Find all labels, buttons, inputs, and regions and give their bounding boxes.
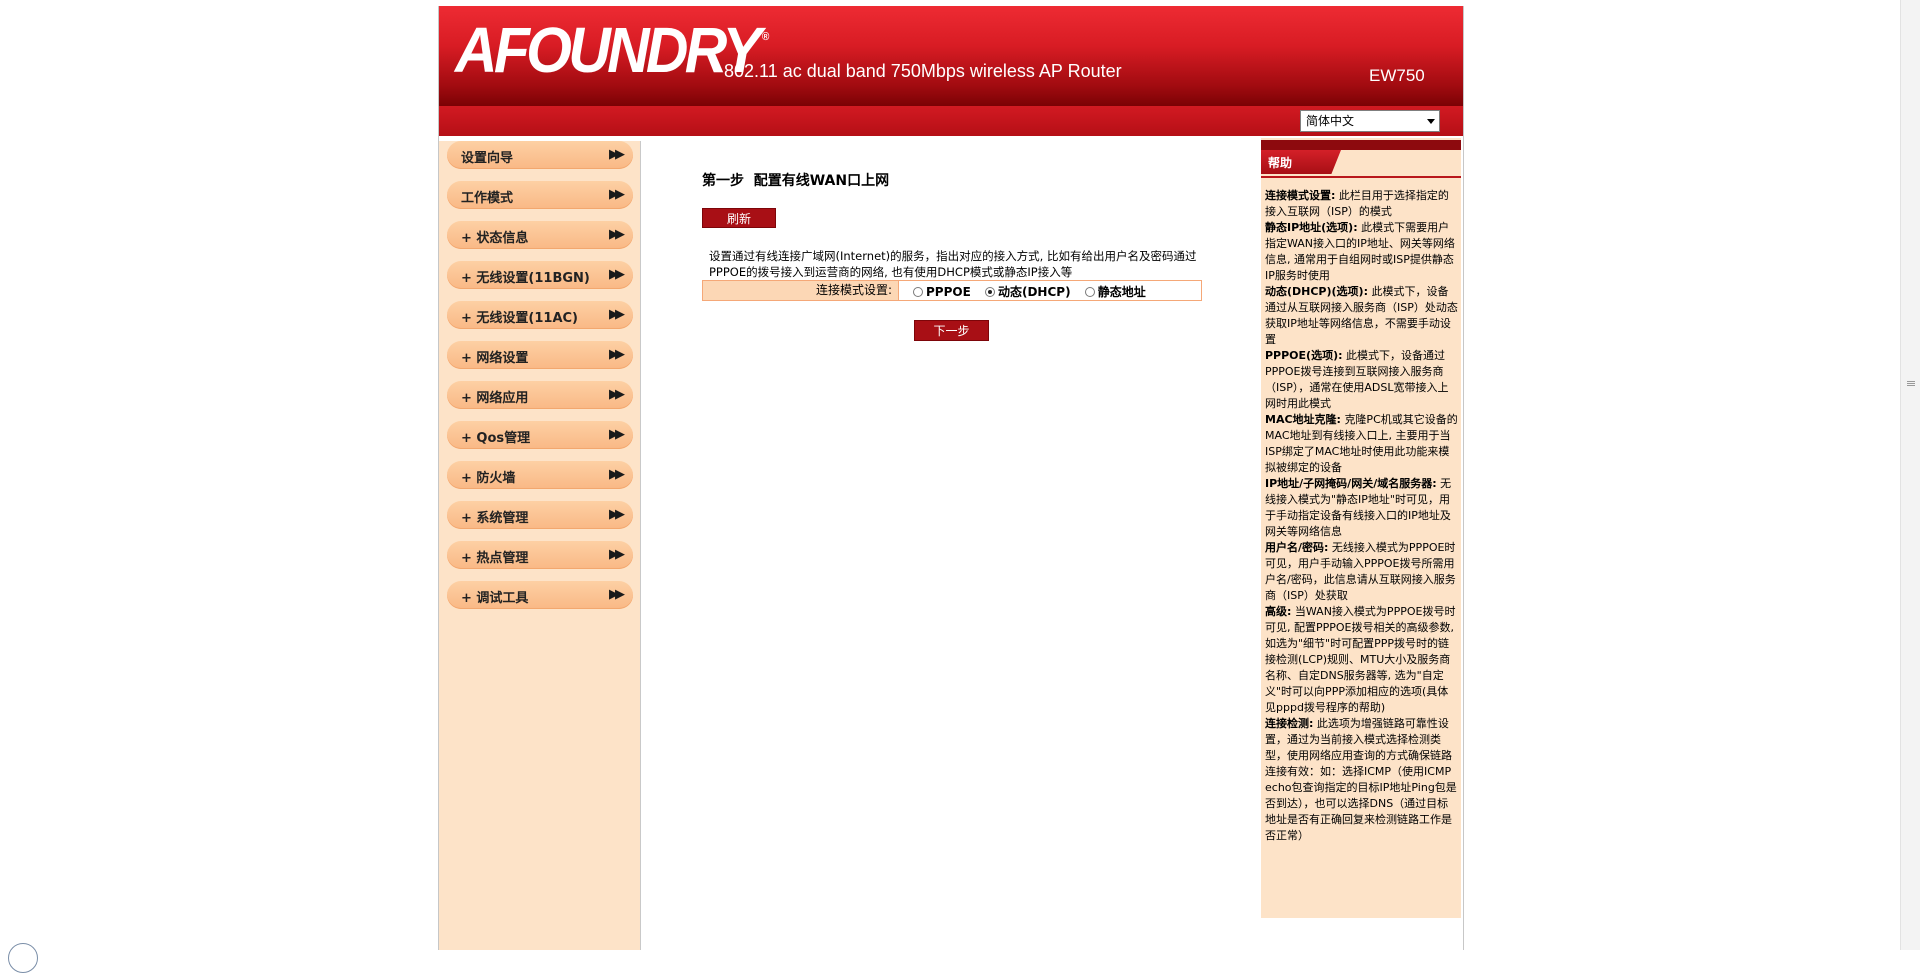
- next-step-button[interactable]: 下一步: [914, 320, 989, 341]
- double-chevron-right-icon: ▶▶: [609, 187, 625, 202]
- double-chevron-right-icon: ▶▶: [609, 307, 625, 322]
- radio-dhcp[interactable]: [984, 287, 995, 297]
- help-term: 静态IP地址(选项):: [1265, 221, 1358, 234]
- help-section: 静态IP地址(选项): 此模式下需要用户指定WAN接入口的IP地址、网关等网络信…: [1265, 220, 1459, 284]
- corner-circle-icon: [8, 943, 38, 973]
- radio-static-label[interactable]: 静态地址: [1098, 285, 1146, 299]
- help-term: 高级:: [1265, 605, 1292, 618]
- product-tagline: 802.11 ac dual band 750Mbps wireless AP …: [724, 61, 1122, 81]
- help-term: IP地址/子网掩码/网关/域名服务器:: [1265, 477, 1437, 490]
- sidebar-item-label: 工作模式: [461, 191, 514, 206]
- sidebar-menu: 设置向导 ▶▶ 工作模式 ▶▶ + 状态信息 ▶▶ + 无线设置(11BGN) ▶▶ +…: [439, 138, 641, 950]
- help-section: 连接检测: 此选项为增强链路可靠性设置，通过为当前接入模式选择检测类型，使用网络…: [1265, 716, 1459, 844]
- double-chevron-right-icon: ▶▶: [609, 387, 625, 402]
- help-text: 当WAN接入模式为PPPOE拨号时可见, 配置PPPOE拨号相关的高级参数, 如…: [1265, 605, 1456, 714]
- main-content: 第一步 配置有线WAN口上网 刷新 设置通过有线连接广域网(Internet)的…: [641, 138, 1261, 950]
- help-term: 动态(DHCP)(选项):: [1265, 285, 1368, 298]
- page-title: 第一步 配置有线WAN口上网: [702, 173, 890, 189]
- sidebar-item-qos[interactable]: + Qos管理 ▶▶: [447, 421, 633, 449]
- help-term: 连接模式设置:: [1265, 189, 1336, 202]
- help-body: 连接模式设置: 此栏目用于选择指定的接入互联网（ISP）的模式 静态IP地址(选…: [1265, 188, 1459, 844]
- double-chevron-right-icon: ▶▶: [609, 507, 625, 522]
- sidebar-item-label: + 热点管理: [461, 551, 529, 566]
- model-name: EW750: [1369, 66, 1425, 85]
- sidebar-item-firewall[interactable]: + 防火墙 ▶▶: [447, 461, 633, 489]
- help-section: MAC地址克隆: 克隆PC机或其它设备的MAC地址到有线接入口上, 主要用于当I…: [1265, 412, 1459, 476]
- sidebar-item-label: + 网络设置: [461, 351, 529, 366]
- help-term: 连接检测:: [1265, 717, 1314, 730]
- header-banner: AFOUNDRY ® 802.11 ac dual band 750Mbps wi…: [439, 6, 1463, 106]
- help-divider: [1261, 176, 1461, 178]
- help-term: 用户名/密码:: [1265, 541, 1329, 554]
- connection-mode-radio-group: PPPOE 动态(DHCP) 静态地址: [903, 283, 1146, 300]
- help-section: 高级: 当WAN接入模式为PPPOE拨号时可见, 配置PPPOE拨号相关的高级参…: [1265, 604, 1459, 716]
- connection-mode-row: 连接模式设置: PPPOE 动态(DHCP) 静态地址: [702, 280, 1202, 301]
- scrollbar-grip-icon: [1907, 380, 1915, 388]
- router-admin-frame: AFOUNDRY ® 802.11 ac dual band 750Mbps wi…: [438, 6, 1464, 950]
- sidebar-item-network-apps[interactable]: + 网络应用 ▶▶: [447, 381, 633, 409]
- language-select[interactable]: 简体中文: [1300, 110, 1440, 132]
- language-select-value: 简体中文: [1306, 114, 1355, 128]
- sidebar-item-system[interactable]: + 系统管理 ▶▶: [447, 501, 633, 529]
- help-text: 此选项为增强链路可靠性设置，通过为当前接入模式选择检测类型，使用网络应用查询的方…: [1265, 717, 1457, 842]
- sidebar-item-label: + 无线设置(11AC): [461, 311, 578, 326]
- sidebar-item-label: + 无线设置(11BGN): [461, 271, 590, 286]
- sidebar-item-label: + Qos管理: [461, 431, 531, 446]
- sidebar-item-debug-tools[interactable]: + 调试工具 ▶▶: [447, 581, 633, 609]
- sidebar-item-label: 设置向导: [461, 151, 514, 166]
- page-scrollbar[interactable]: [1900, 0, 1920, 950]
- double-chevron-right-icon: ▶▶: [609, 147, 625, 162]
- sidebar-item-label: + 状态信息: [461, 231, 529, 246]
- double-chevron-right-icon: ▶▶: [609, 427, 625, 442]
- radio-pppoe-label[interactable]: PPPOE: [926, 285, 971, 299]
- sidebar-item-wireless-bgn[interactable]: + 无线设置(11BGN) ▶▶: [447, 261, 633, 289]
- double-chevron-right-icon: ▶▶: [609, 267, 625, 282]
- double-chevron-right-icon: ▶▶: [609, 227, 625, 242]
- connection-mode-label: 连接模式设置:: [703, 281, 899, 300]
- sidebar-item-work-mode[interactable]: 工作模式 ▶▶: [447, 181, 633, 209]
- afoundry-logo: AFOUNDRY ®: [455, 14, 770, 86]
- double-chevron-right-icon: ▶▶: [609, 547, 625, 562]
- sidebar-item-label: + 调试工具: [461, 591, 529, 606]
- help-section: 连接模式设置: 此栏目用于选择指定的接入互联网（ISP）的模式: [1265, 188, 1459, 220]
- chevron-down-icon: [1427, 119, 1435, 124]
- sidebar-item-hotspot[interactable]: + 热点管理 ▶▶: [447, 541, 633, 569]
- double-chevron-right-icon: ▶▶: [609, 347, 625, 362]
- help-term: MAC地址克隆:: [1265, 413, 1341, 426]
- help-section: IP地址/子网掩码/网关/域名服务器: 无线接入模式为"静态IP地址"时可见，用…: [1265, 476, 1459, 540]
- help-term: PPPOE(选项):: [1265, 349, 1343, 362]
- help-section: PPPOE(选项): 此模式下，设备通过PPPOE拨号连接到互联网接入服务商（I…: [1265, 348, 1459, 412]
- sidebar-item-label: + 网络应用: [461, 391, 529, 406]
- double-chevron-right-icon: ▶▶: [609, 587, 625, 602]
- radio-pppoe[interactable]: [913, 287, 923, 297]
- help-section: 用户名/密码: 无线接入模式为PPPOE时可见，用户手动输入PPPOE拨号所需用…: [1265, 540, 1459, 604]
- sidebar-item-label: + 系统管理: [461, 511, 529, 526]
- help-panel: 帮助 连接模式设置: 此栏目用于选择指定的接入互联网（ISP）的模式 静态IP地…: [1261, 138, 1461, 918]
- sidebar-item-status[interactable]: + 状态信息 ▶▶: [447, 221, 633, 249]
- help-tab: 帮助: [1261, 150, 1341, 174]
- help-section: 动态(DHCP)(选项): 此模式下，设备通过从互联网接入服务商（ISP）处动态…: [1265, 284, 1459, 348]
- double-chevron-right-icon: ▶▶: [609, 467, 625, 482]
- refresh-button[interactable]: 刷新: [702, 208, 776, 228]
- page-description: 设置通过有线连接广域网(Internet)的服务，指出对应的接入方式, 比如有给…: [709, 249, 1197, 279]
- help-title: 帮助: [1268, 156, 1293, 170]
- sidebar-item-label: + 防火墙: [461, 471, 516, 486]
- radio-dhcp-label[interactable]: 动态(DHCP): [998, 285, 1071, 299]
- sidebar-item-network-settings[interactable]: + 网络设置 ▶▶: [447, 341, 633, 369]
- radio-static[interactable]: [1084, 287, 1095, 297]
- sidebar-item-wireless-ac[interactable]: + 无线设置(11AC) ▶▶: [447, 301, 633, 329]
- sidebar-item-setup-wizard[interactable]: 设置向导 ▶▶: [447, 141, 633, 169]
